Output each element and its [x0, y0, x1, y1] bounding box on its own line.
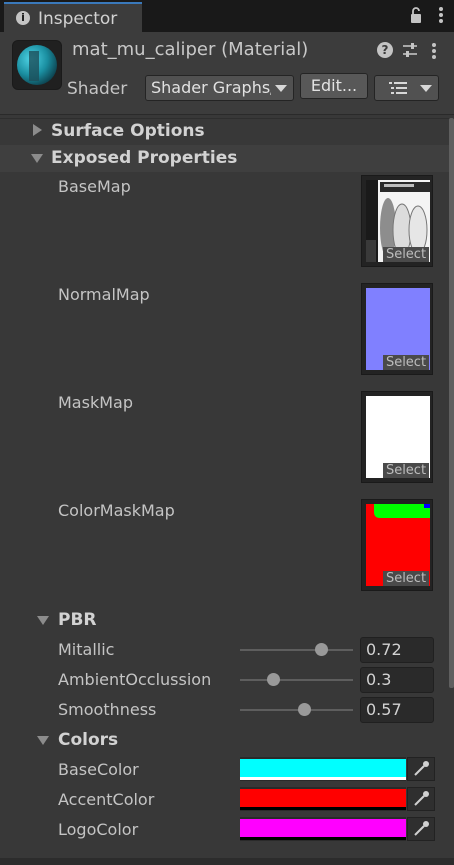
texture-label-basemap: BaseMap	[58, 177, 131, 196]
slider-track-smoothness[interactable]	[240, 709, 353, 711]
texture-label-colormaskmap: ColorMaskMap	[58, 501, 175, 520]
texture-slot-normalmap[interactable]: Select	[361, 283, 433, 375]
shader-options-dropdown[interactable]	[374, 75, 439, 101]
edit-shader-button[interactable]: Edit...	[300, 73, 368, 99]
shader-label: Shader	[67, 79, 128, 99]
section-colors[interactable]: Colors	[58, 730, 118, 750]
slider-track-ambient-occlusion[interactable]	[240, 679, 353, 681]
bottom-bar	[0, 858, 454, 865]
eyedropper-button[interactable]	[407, 757, 435, 781]
texture-select-button[interactable]: Select	[383, 355, 429, 370]
slider-track-metallic[interactable]	[240, 649, 353, 651]
color-field-logocolor[interactable]	[240, 817, 406, 841]
texture-slot-basemap[interactable]: Select	[361, 175, 433, 267]
shader-dropdown[interactable]: Shader Graphs/	[145, 75, 294, 101]
foldout-expanded-icon[interactable]	[31, 154, 43, 163]
eyedropper-button[interactable]	[407, 787, 435, 811]
slider-thumb-smoothness[interactable]	[297, 703, 311, 716]
eyedropper-icon	[414, 791, 429, 806]
foldout-collapsed-icon[interactable]	[33, 124, 42, 136]
eyedropper-icon	[414, 821, 429, 836]
eyedropper-icon	[414, 761, 429, 776]
color-label-logocolor: LogoColor	[58, 820, 139, 839]
texture-select-button[interactable]: Select	[383, 463, 429, 478]
kebab-menu-icon[interactable]	[438, 6, 444, 24]
section-exposed-properties[interactable]: Exposed Properties	[51, 148, 237, 168]
slider-thumb-ambient-occlusion[interactable]	[267, 673, 281, 686]
number-field-ambient-occlusion[interactable]: 0.3	[360, 667, 434, 693]
tab-inspector[interactable]: i Inspector	[4, 2, 142, 32]
header-menu-icon[interactable]	[431, 42, 437, 60]
lock-icon[interactable]	[410, 6, 422, 24]
texture-select-button[interactable]: Select	[383, 247, 429, 262]
foldout-expanded-icon[interactable]	[37, 736, 49, 745]
slider-label-ambient-occlusion: AmbientOcclussion	[58, 670, 212, 689]
texture-select-button[interactable]: Select	[383, 571, 429, 586]
list-icon	[389, 82, 407, 94]
vertical-scrollbar[interactable]	[449, 118, 454, 688]
color-label-basecolor: BaseColor	[58, 760, 139, 779]
chevron-down-icon	[420, 85, 432, 92]
section-pbr[interactable]: PBR	[58, 610, 97, 630]
shader-dropdown-value: Shader Graphs/	[151, 78, 271, 97]
color-field-accentcolor[interactable]	[240, 787, 406, 811]
eyedropper-button[interactable]	[407, 817, 435, 841]
chevron-down-icon	[275, 85, 287, 92]
color-field-basecolor[interactable]	[240, 757, 406, 781]
preset-sliders-icon[interactable]	[401, 41, 419, 59]
divider	[0, 118, 454, 119]
number-field-metallic[interactable]: 0.72	[360, 637, 434, 663]
section-surface-options[interactable]: Surface Options	[51, 121, 205, 141]
slider-label-smoothness: Smoothness	[58, 700, 157, 719]
texture-label-normalmap: NormalMap	[58, 285, 150, 304]
tab-title: Inspector	[38, 9, 118, 29]
slider-label-metallic: Mitallic	[58, 640, 115, 659]
slider-thumb-metallic[interactable]	[314, 643, 328, 656]
foldout-expanded-icon[interactable]	[37, 616, 49, 625]
texture-slot-maskmap[interactable]: Select	[361, 391, 433, 483]
material-title: mat_mu_caliper (Material)	[72, 39, 309, 60]
material-preview-thumbnail	[12, 40, 62, 90]
number-field-smoothness[interactable]: 0.57	[360, 697, 434, 723]
color-label-accentcolor: AccentColor	[58, 790, 155, 809]
texture-label-maskmap: MaskMap	[58, 393, 133, 412]
texture-slot-colormaskmap[interactable]: Select	[361, 499, 433, 591]
info-icon: i	[16, 11, 30, 25]
help-icon[interactable]: ?	[377, 42, 393, 58]
